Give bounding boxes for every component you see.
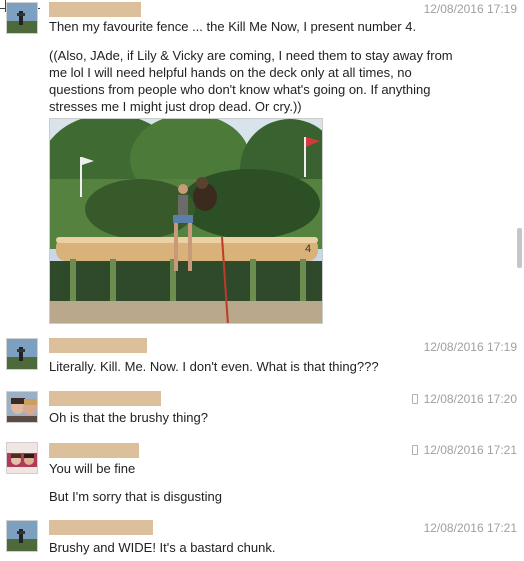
avatar[interactable]: [6, 2, 38, 34]
avatar[interactable]: [6, 520, 38, 552]
avatar-image: [7, 392, 37, 422]
message-text: Then my favourite fence ... the Kill Me …: [49, 19, 417, 34]
timestamp: 12/08/2016 17:20: [411, 392, 517, 406]
avatar[interactable]: [6, 391, 38, 423]
message-text: questions from people who don't know wha…: [49, 82, 431, 97]
message-text: Brushy and WIDE! It's a bastard chunk.: [49, 540, 276, 555]
timestamp-text: 12/08/2016 17:19: [423, 2, 517, 16]
timestamp-text: 12/08/2016 17:21: [423, 521, 517, 535]
avatar-image: [7, 521, 37, 551]
timestamp: 12/08/2016 17:19: [424, 2, 517, 16]
message-text: me lol I will need helpful hands on the …: [49, 65, 412, 80]
timestamp: 12/08/2016 17:21: [424, 521, 517, 535]
message-text: But I'm sorry that is disgusting: [49, 489, 222, 504]
message-text: Oh is that the brushy thing?: [49, 410, 208, 425]
message-text: stresses me I might just drop dead. Or c…: [49, 99, 302, 114]
avatar-image: [7, 443, 37, 473]
sender-name-redacted: [49, 2, 141, 17]
avatar-image: [7, 3, 37, 33]
message-text: ((Also, JAde, if Lily & Vicky are coming…: [49, 48, 453, 63]
fence-number-label: 4: [305, 243, 312, 255]
message-text: Literally. Kill. Me. Now. I don't even. …: [49, 359, 379, 374]
sender-name-redacted: [49, 391, 161, 406]
mobile-phone-icon: [411, 394, 418, 404]
timestamp-text: 12/08/2016 17:19: [423, 340, 517, 354]
message-text: You will be fine: [49, 461, 136, 476]
sender-name-redacted: [49, 520, 153, 535]
mobile-phone-icon: [411, 445, 418, 455]
timestamp: 12/08/2016 17:21: [411, 443, 517, 457]
avatar[interactable]: [6, 442, 38, 474]
sender-name-redacted: [49, 338, 147, 353]
sender-name-redacted: [49, 443, 139, 458]
attached-photo[interactable]: 4: [49, 118, 323, 324]
avatar-image: [7, 339, 37, 369]
avatar[interactable]: [6, 338, 38, 370]
message-feed: 12/08/2016 17:19 Then my favourite fence…: [0, 0, 524, 561]
scrollbar-thumb[interactable]: [517, 228, 522, 268]
timestamp-text: 12/08/2016 17:20: [423, 392, 517, 406]
fence-photo: [50, 119, 322, 323]
timestamp-text: 12/08/2016 17:21: [423, 443, 517, 457]
timestamp: 12/08/2016 17:19: [424, 340, 517, 354]
